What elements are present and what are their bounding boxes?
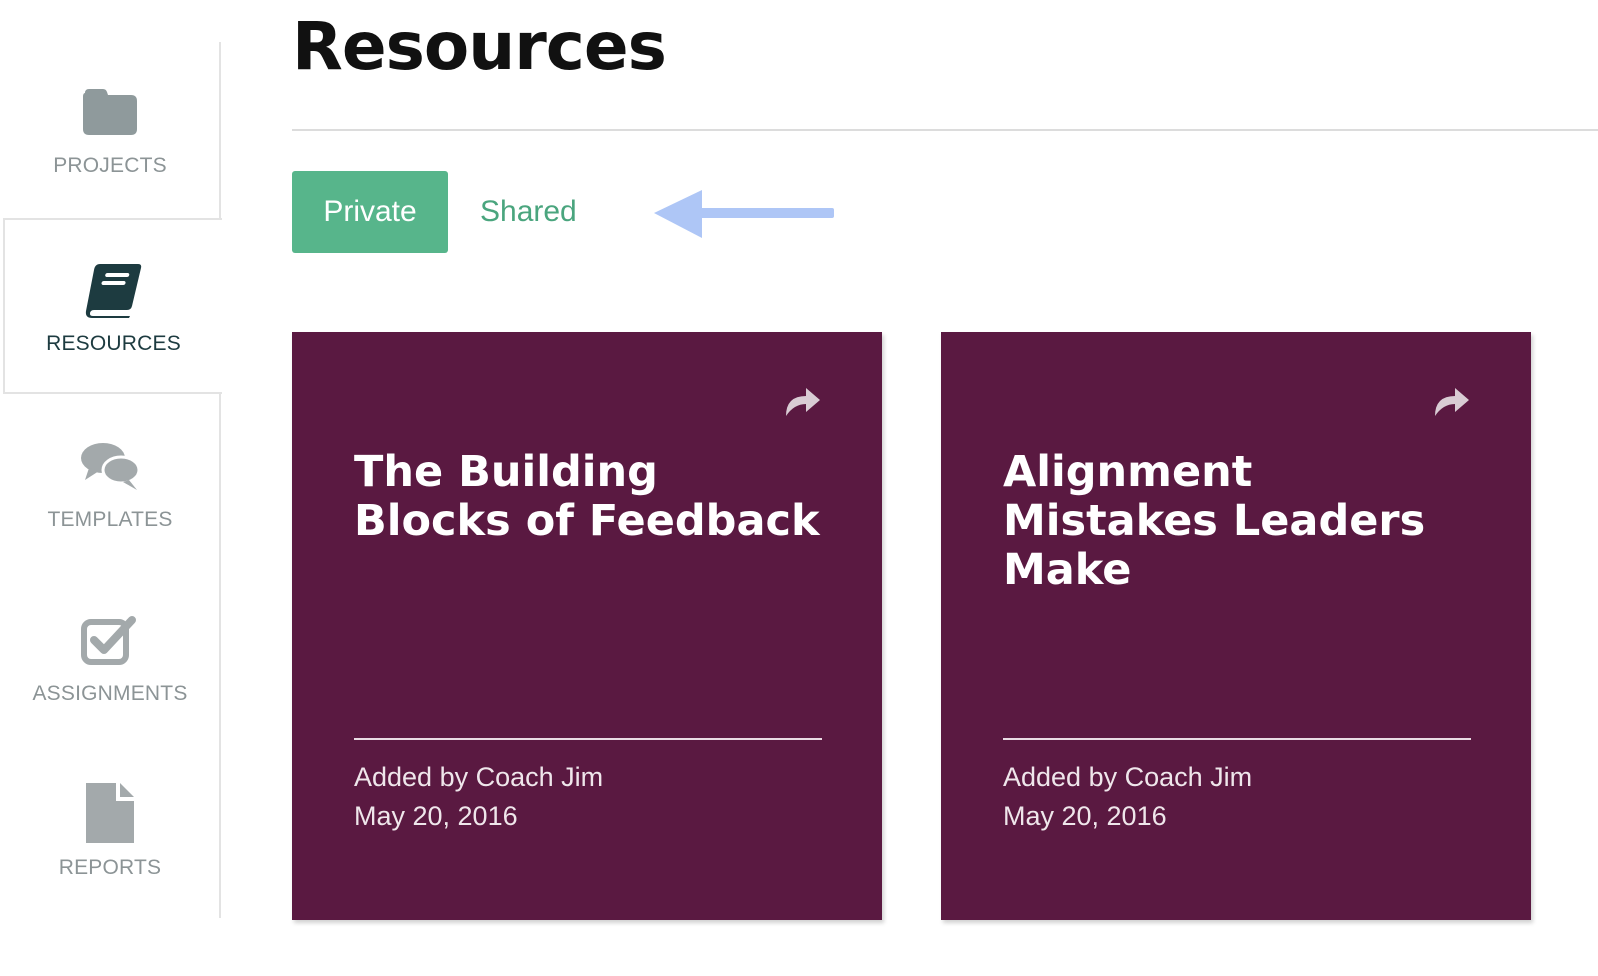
sidebar-item-label: TEMPLATES [47,508,173,531]
card-author: Added by Coach Jim [354,762,604,792]
card-date: May 20, 2016 [1003,801,1167,831]
sidebar-item-templates[interactable]: TEMPLATES [0,396,220,572]
card-title[interactable]: Alignment Mistakes Leaders Make [1003,448,1473,595]
share-icon[interactable] [782,384,824,420]
card-date: May 20, 2016 [354,801,518,831]
sidebar-item-reports[interactable]: REPORTS [0,744,220,920]
sidebar: PROJECTS RESOURCES TEMPLATES ASSIGNMENTS… [0,0,222,976]
annotation-arrow-icon [654,190,834,238]
page: PROJECTS RESOURCES TEMPLATES ASSIGNMENTS… [0,0,1598,976]
sidebar-item-assignments[interactable]: ASSIGNMENTS [0,570,220,746]
share-icon[interactable] [1431,384,1473,420]
book-icon [83,262,145,318]
sidebar-item-resources[interactable]: RESOURCES [3,218,222,394]
card-divider [1003,738,1471,740]
sidebar-item-label: RESOURCES [46,332,181,355]
folder-icon [79,84,141,140]
sidebar-item-label: ASSIGNMENTS [32,682,188,705]
tab-private[interactable]: Private [292,171,448,253]
document-icon [79,783,141,843]
resource-card[interactable]: The Building Blocks of Feedback Added by… [292,332,882,920]
chat-bubbles-icon [79,438,141,494]
sidebar-item-label: PROJECTS [53,154,167,177]
sidebar-item-projects[interactable]: PROJECTS [0,42,220,218]
page-title: Resources [292,8,667,85]
card-author: Added by Coach Jim [1003,762,1253,792]
card-title[interactable]: The Building Blocks of Feedback [354,448,824,546]
card-divider [354,738,822,740]
tab-shared[interactable]: Shared [480,171,577,253]
checkbox-icon [79,612,141,668]
resource-card[interactable]: Alignment Mistakes Leaders Make Added by… [941,332,1531,920]
sidebar-item-label: REPORTS [58,856,162,879]
title-divider [292,129,1598,131]
